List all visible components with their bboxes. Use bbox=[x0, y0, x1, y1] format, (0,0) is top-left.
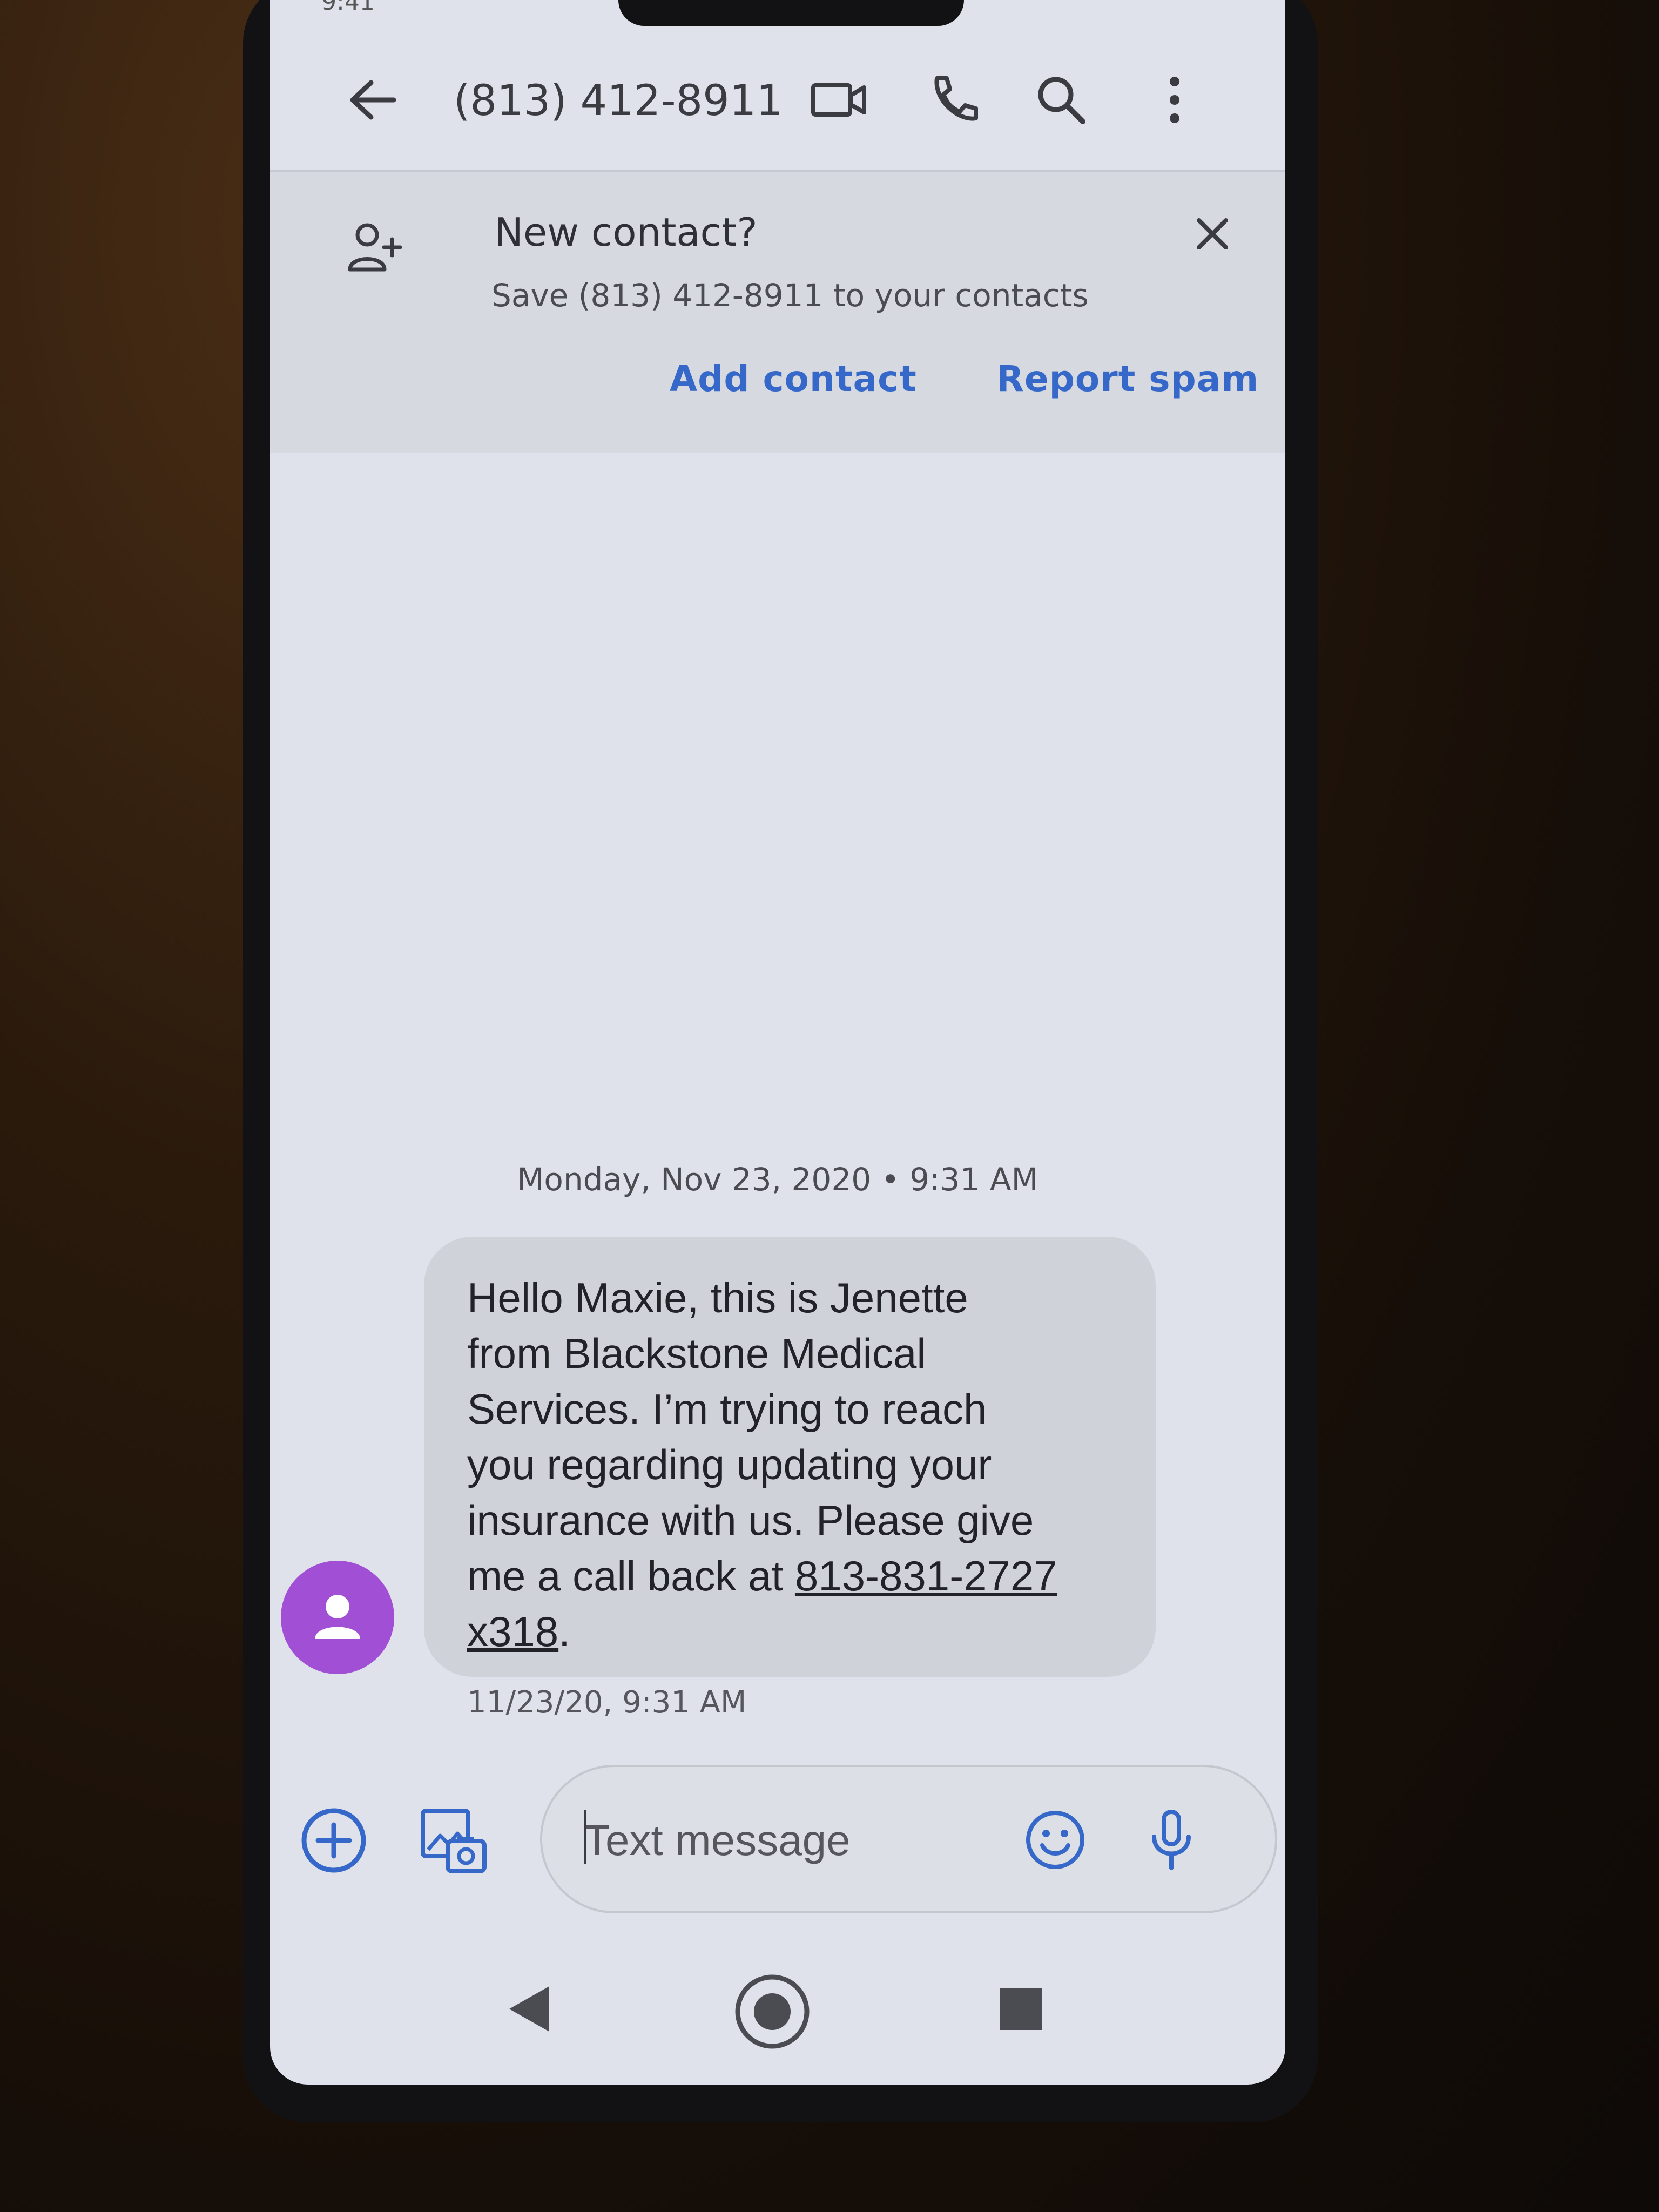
report-spam-button[interactable]: Report spam bbox=[996, 358, 1259, 400]
phone-screen: 9:41 (813) 412-8911 New contact? Save (8… bbox=[270, 0, 1285, 2085]
video-call-icon[interactable] bbox=[810, 73, 869, 127]
message-line: Services. I’m trying to reach bbox=[467, 1385, 987, 1433]
message-bubble[interactable]: Hello Maxie, this is Jenette from Blacks… bbox=[424, 1237, 1156, 1677]
message-text: Hello Maxie, this is Jenette from Blacks… bbox=[467, 1270, 1118, 1660]
nav-back-icon[interactable] bbox=[497, 1977, 562, 2041]
message-line: me a call back at 813-831-2727 bbox=[467, 1548, 1118, 1604]
person-avatar-icon[interactable] bbox=[281, 1561, 394, 1674]
message-line: Hello Maxie, this is Jenette bbox=[467, 1274, 968, 1321]
top-app-bar: (813) 412-8911 bbox=[270, 43, 1285, 151]
phone-icon[interactable] bbox=[923, 73, 983, 127]
close-icon[interactable] bbox=[1183, 204, 1242, 264]
search-icon[interactable] bbox=[1031, 73, 1091, 127]
add-contact-button[interactable]: Add contact bbox=[670, 358, 917, 400]
compose-field[interactable] bbox=[540, 1765, 1277, 1913]
camera-notch bbox=[618, 0, 964, 26]
text-caret bbox=[584, 1810, 586, 1864]
conversation-title: (813) 412-8911 bbox=[454, 77, 784, 125]
message-line: insurance with us. Please give bbox=[467, 1496, 1034, 1544]
date-separator: Monday, Nov 23, 2020 • 9:31 AM bbox=[517, 1161, 1038, 1198]
message-timestamp: 11/23/20, 9:31 AM bbox=[467, 1685, 747, 1720]
add-person-icon bbox=[346, 218, 405, 277]
status-time: 9:41 bbox=[321, 0, 375, 16]
emoji-icon[interactable] bbox=[1017, 1802, 1093, 1878]
more-vert-icon[interactable] bbox=[1145, 73, 1204, 127]
message-line: you regarding updating your bbox=[467, 1441, 992, 1488]
nav-home-icon[interactable] bbox=[732, 1971, 813, 2052]
gallery-icon[interactable] bbox=[416, 1804, 491, 1879]
banner-title: New contact? bbox=[494, 210, 758, 255]
text-message-input[interactable] bbox=[583, 1810, 995, 1871]
back-arrow-icon[interactable] bbox=[346, 73, 400, 127]
message-line: x318. bbox=[467, 1604, 1118, 1660]
banner-subtitle: Save (813) 412-8911 to your contacts bbox=[491, 277, 1089, 314]
add-circle-icon[interactable] bbox=[297, 1804, 370, 1877]
mic-icon[interactable] bbox=[1134, 1802, 1209, 1878]
message-line: from Blackstone Medical bbox=[467, 1330, 926, 1377]
message-text-suffix: . bbox=[558, 1608, 570, 1655]
nav-recents-icon[interactable] bbox=[988, 1977, 1053, 2041]
extension-link[interactable]: x318 bbox=[467, 1608, 558, 1655]
phone-number-link[interactable]: 813-831-2727 bbox=[795, 1552, 1057, 1600]
new-contact-banner: New contact? Save (813) 412-8911 to your… bbox=[270, 170, 1285, 453]
message-text-prefix: me a call back at bbox=[467, 1552, 795, 1600]
